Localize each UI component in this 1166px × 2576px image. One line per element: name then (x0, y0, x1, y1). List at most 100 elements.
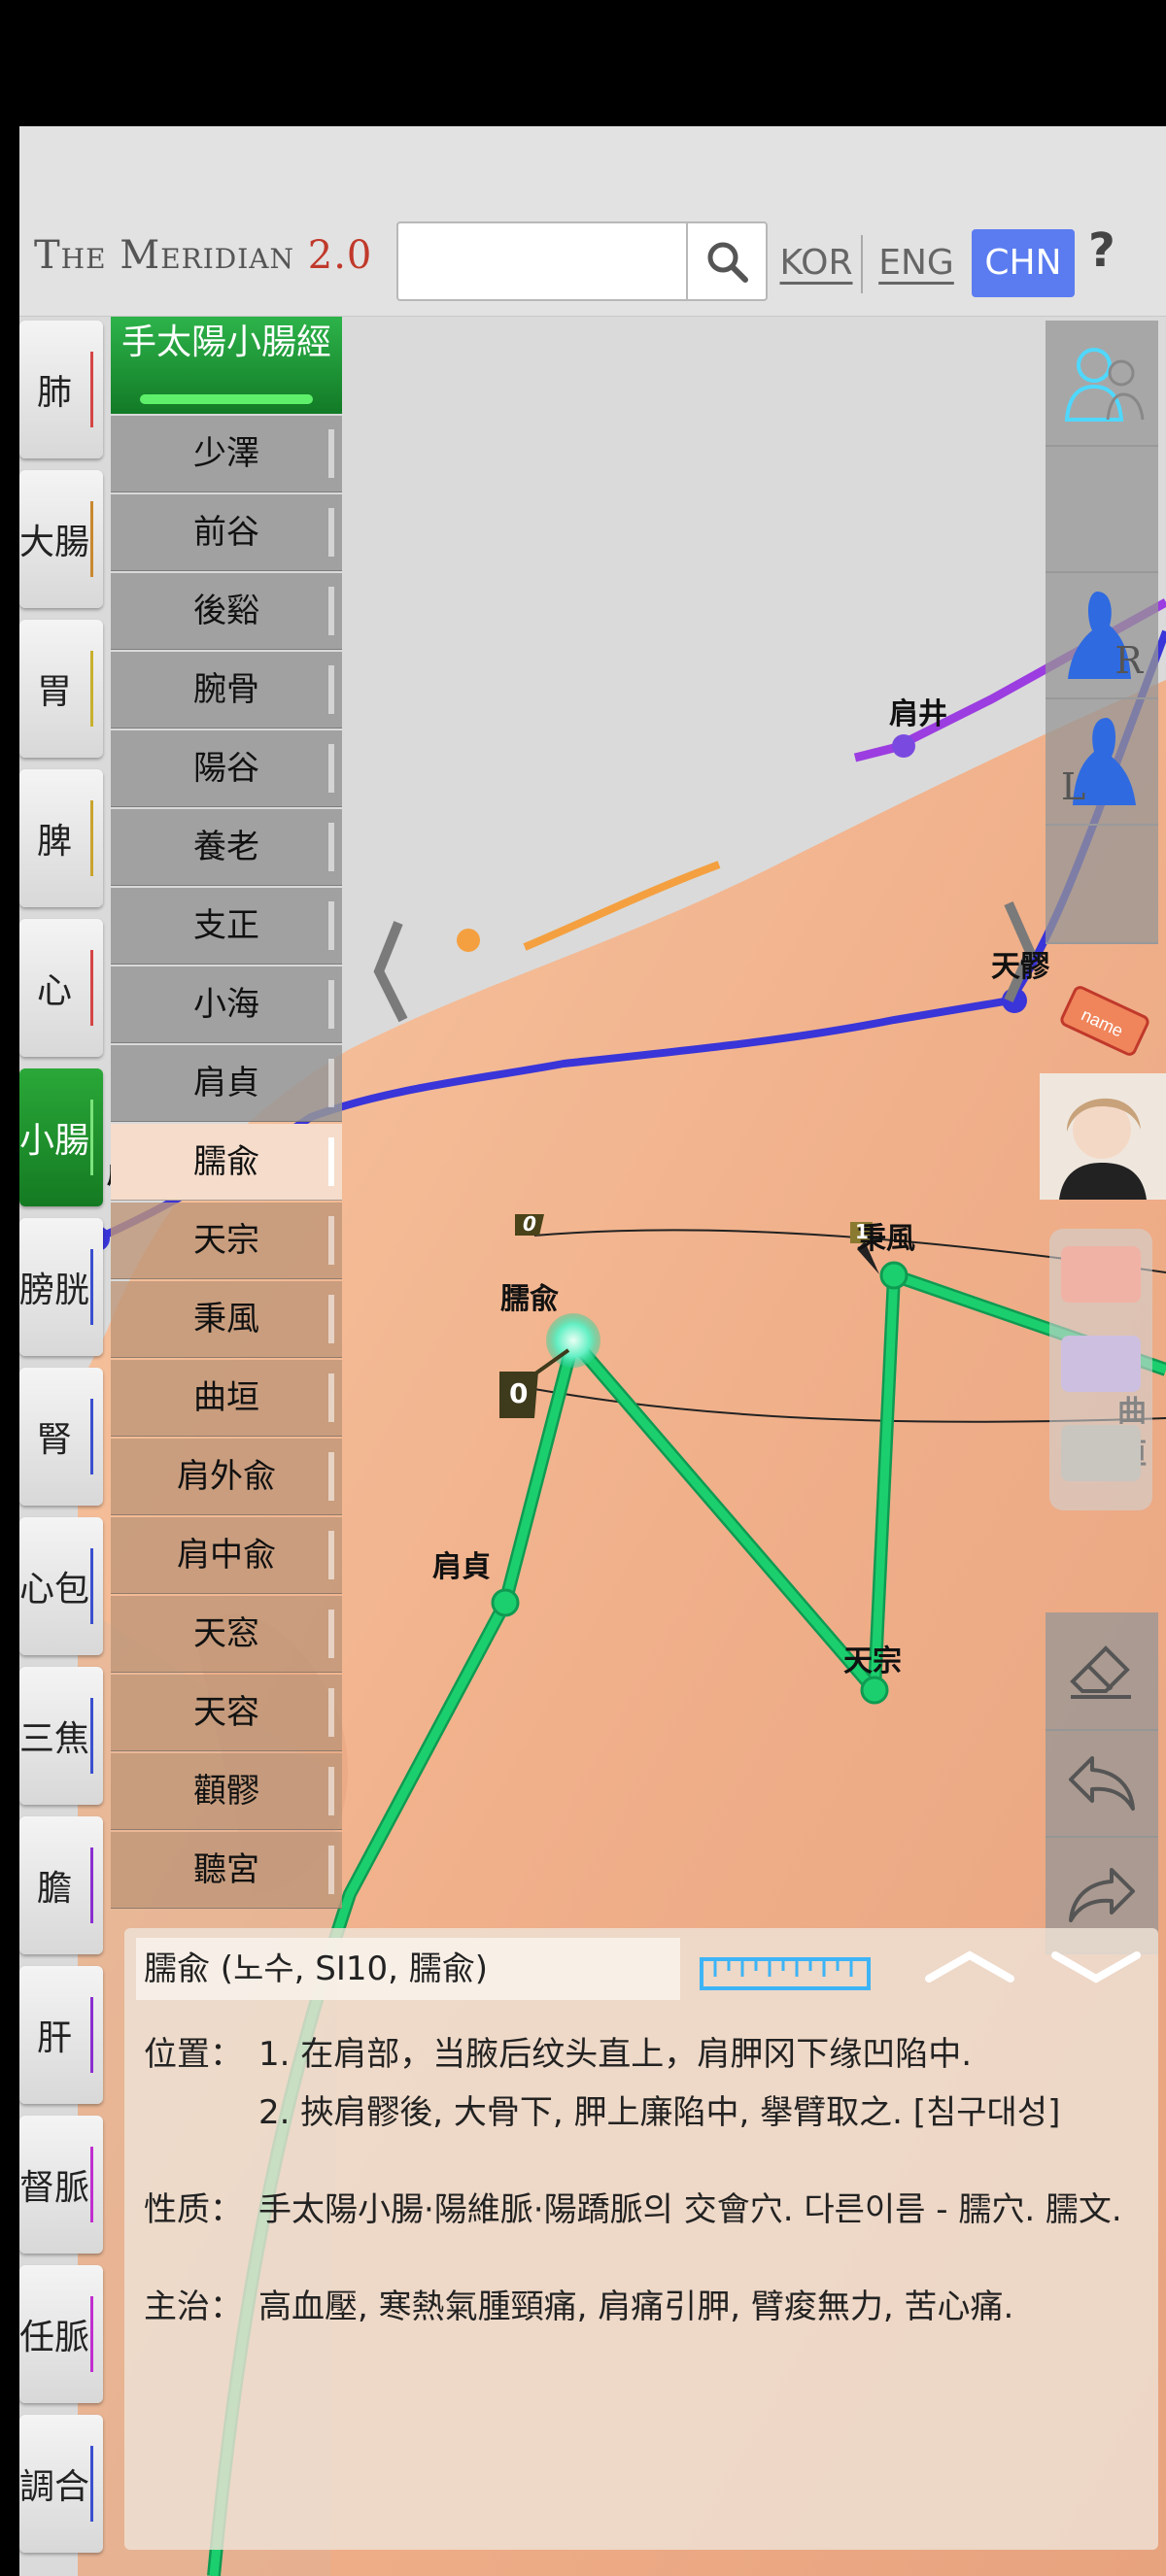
point-info-title: 臑兪 (노수, SI10, 臑兪) (136, 1938, 680, 2000)
info-row-position: 位置： 1. 在肩部，当腋后纹头直上，肩胛冈下缘凹陷中. 2. 挾肩髎後, 大骨… (144, 2025, 1145, 2142)
help-button[interactable]: ? (1088, 223, 1115, 278)
point-label: 曲垣 (193, 1378, 259, 1417)
tab-combination[interactable]: 調合 (19, 2415, 103, 2553)
point-label: 肩中兪 (177, 1536, 276, 1575)
tab-label: 大腸 (19, 523, 90, 562)
list-item[interactable]: 後谿 (111, 573, 342, 650)
search-input[interactable] (404, 229, 690, 295)
tab-lung[interactable]: 肺 (19, 321, 103, 458)
tab-label: 膽 (36, 1869, 72, 1909)
side-r-label: R (1115, 639, 1143, 682)
tab-liver[interactable]: 肝 (19, 1966, 103, 2104)
chevron-down-icon[interactable] (1047, 1948, 1145, 1986)
toolbar-blank-button[interactable] (1046, 826, 1158, 944)
user-avatar[interactable] (1040, 1073, 1166, 1200)
tab-label: 心 (36, 971, 72, 1011)
list-item[interactable]: 陽谷 (111, 730, 342, 807)
info-row-nature: 性质： 手太陽小腸·陽維脈·陽蹻脈의 交會穴. 다른이름 - 臑穴. 臑文. (144, 2181, 1145, 2239)
color-swatch-gray[interactable] (1061, 1425, 1141, 1481)
tab-kidney[interactable]: 腎 (19, 1368, 103, 1506)
lang-divider (861, 235, 863, 293)
view-person-button[interactable] (1046, 321, 1158, 447)
point-label: 天容 (193, 1693, 259, 1732)
tab-conception-vessel[interactable]: 任脈 (19, 2265, 103, 2403)
position-label: 位置： (144, 2035, 243, 2074)
left-side-view-button[interactable]: L (1046, 699, 1158, 826)
list-item[interactable]: 天容 (111, 1675, 342, 1751)
tab-governor-vessel[interactable]: 督脈 (19, 2116, 103, 2254)
list-item[interactable]: 肩貞 (111, 1045, 342, 1122)
meridian-tabs: 肺 大腸 胃 脾 心 小腸 膀胱 腎 心包 三焦 膽 肝 督脈 任脈 調合 (19, 321, 103, 2564)
info-row-indication: 主治： 高血壓, 寒熱氣腫頸痛, 肩痛引胛, 臂痠無力, 苦心痛. (144, 2278, 1145, 2336)
position-text-2: 2. 挾肩髎後, 大骨下, 胛上廉陷中, 擧臂取之. [침구대성] (258, 2093, 1061, 2132)
tab-triple-energizer[interactable]: 三焦 (19, 1667, 103, 1805)
list-item[interactable]: 養老 (111, 809, 342, 886)
tab-label: 三焦 (19, 1719, 90, 1759)
ruler-icon[interactable] (700, 1946, 871, 1992)
tab-heart[interactable]: 心 (19, 919, 103, 1057)
tab-stomach[interactable]: 胃 (19, 620, 103, 758)
tab-label: 膀胱 (19, 1271, 90, 1310)
tab-label: 肝 (36, 2018, 72, 2058)
label-naoshu: 臑兪 (500, 1282, 559, 1316)
redo-icon (1069, 1868, 1135, 1922)
orange-point[interactable] (457, 929, 480, 952)
label-jianjing: 肩井 (889, 697, 947, 731)
list-item[interactable]: 肩外兪 (111, 1439, 342, 1515)
list-item[interactable]: 顴髎 (111, 1753, 342, 1830)
meridian-header[interactable]: 手太陽小腸經 (111, 317, 342, 414)
list-item[interactable]: 前谷 (111, 494, 342, 571)
list-item[interactable]: 秉風 (111, 1281, 342, 1358)
lang-chn-button[interactable]: CHN (972, 229, 1075, 297)
list-item[interactable]: 天宗 (111, 1203, 342, 1279)
list-item[interactable]: 聽宮 (111, 1832, 342, 1909)
bingfeng-point[interactable] (879, 1261, 909, 1290)
tab-bladder[interactable]: 膀胱 (19, 1218, 103, 1356)
jianjing-point[interactable] (892, 734, 915, 758)
list-item-selected[interactable]: 臑兪 (111, 1124, 342, 1201)
tianzong-point[interactable] (860, 1676, 889, 1705)
tab-label: 腎 (36, 1420, 72, 1460)
label-tianliao: 天髎 (991, 950, 1049, 984)
point-label: 肩貞 (193, 1064, 259, 1102)
point-label: 肩外兪 (177, 1457, 276, 1496)
logo-main: The Meridian (34, 233, 295, 278)
eraser-button[interactable] (1046, 1612, 1158, 1731)
list-item[interactable]: 少澤 (111, 416, 342, 492)
color-swatch-red[interactable] (1061, 1246, 1141, 1303)
list-item[interactable]: 小海 (111, 966, 342, 1043)
status-bar (0, 0, 1166, 126)
tab-label: 胃 (36, 672, 72, 712)
point-label: 天宗 (193, 1221, 259, 1260)
tab-large-intestine[interactable]: 大腸 (19, 470, 103, 608)
list-item[interactable]: 肩中兪 (111, 1517, 342, 1594)
avatar-photo (1040, 1073, 1166, 1200)
lang-eng-button[interactable]: ENG (874, 229, 958, 297)
point-label: 養老 (193, 828, 259, 866)
point-label: 後谿 (193, 592, 259, 630)
undo-button[interactable] (1046, 1729, 1158, 1838)
tab-label: 督脈 (19, 2168, 90, 2208)
lang-kor-button[interactable]: KOR (777, 229, 855, 297)
list-item[interactable]: 曲垣 (111, 1360, 342, 1437)
search-icon[interactable] (686, 223, 766, 299)
color-swatch-purple[interactable] (1061, 1336, 1141, 1392)
tab-pericardium[interactable]: 心包 (19, 1517, 103, 1655)
point-label: 小海 (193, 985, 259, 1024)
right-side-view-button[interactable]: R (1046, 573, 1158, 699)
tab-small-intestine[interactable]: 小腸 (19, 1068, 103, 1206)
point-label: 少澤 (193, 434, 259, 473)
tab-gallbladder[interactable]: 膽 (19, 1816, 103, 1954)
list-item[interactable]: 腕骨 (111, 652, 342, 729)
tab-label: 任脈 (19, 2318, 90, 2357)
jianzhen-point[interactable] (491, 1588, 520, 1617)
chevron-up-icon[interactable] (921, 1948, 1018, 1986)
list-item[interactable]: 支正 (111, 888, 342, 965)
search-box (396, 221, 768, 301)
eraser-icon (1070, 1645, 1131, 1699)
tab-spleen[interactable]: 脾 (19, 769, 103, 907)
point-label: 腕骨 (193, 670, 259, 709)
list-item[interactable]: 天窓 (111, 1596, 342, 1673)
toolbar-blank-button[interactable] (1046, 447, 1158, 573)
label-jianzhen: 肩貞 (432, 1550, 491, 1584)
